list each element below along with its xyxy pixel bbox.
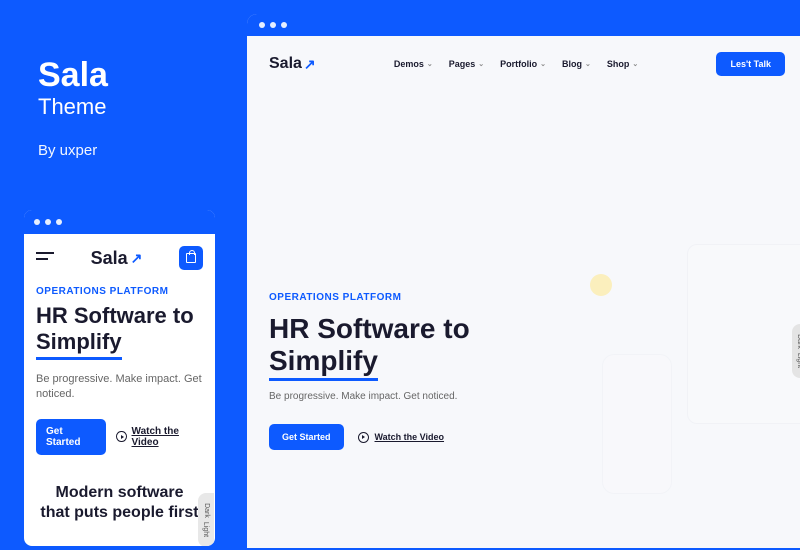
underlined-word: Simplify <box>269 345 378 381</box>
hero-heading: HR Software to Simplify <box>36 303 203 360</box>
arrow-icon: ↗ <box>131 250 143 267</box>
window-dot-icon <box>56 219 62 225</box>
nav-demos[interactable]: Demos⌄ <box>394 59 433 69</box>
chevron-down-icon: ⌄ <box>632 60 638 68</box>
theme-subtitle: Theme <box>38 94 108 120</box>
arrow-icon: ↗ <box>304 56 316 73</box>
mobile-preview: Sala↗ OPERATIONS PLATFORM HR Software to… <box>22 208 217 548</box>
theme-toggle[interactable]: Dark Light <box>198 493 214 547</box>
chevron-down-icon: ⌄ <box>478 60 484 68</box>
nav-pages[interactable]: Pages⌄ <box>449 59 484 69</box>
menu-icon[interactable] <box>36 252 54 264</box>
watch-video-link[interactable]: Watch the Video <box>358 432 445 443</box>
play-icon <box>116 431 126 442</box>
hero-tagline: Be progressive. Make impact. Get noticed… <box>36 372 203 403</box>
nav-blog[interactable]: Blog⌄ <box>562 59 591 69</box>
eyebrow: OPERATIONS PLATFORM <box>269 292 785 303</box>
logo[interactable]: Sala↗ <box>91 248 143 269</box>
play-icon <box>358 432 369 443</box>
eyebrow: OPERATIONS PLATFORM <box>36 286 203 297</box>
theme-info: Sala Theme By uxper <box>38 58 108 159</box>
nav-menu: Demos⌄ Pages⌄ Portfolio⌄ Blog⌄ Shop⌄ <box>394 59 638 69</box>
underlined-word: Simplify <box>36 329 122 359</box>
mobile-header: Sala↗ <box>24 234 215 280</box>
get-started-button[interactable]: Get Started <box>269 424 344 450</box>
window-dot-icon <box>34 219 40 225</box>
nav-portfolio[interactable]: Portfolio⌄ <box>500 59 546 69</box>
desktop-preview: Sala↗ Demos⌄ Pages⌄ Portfolio⌄ Blog⌄ Sho… <box>247 14 800 548</box>
window-dot-icon <box>281 22 287 28</box>
dark-option[interactable]: Dark <box>197 503 216 518</box>
window-dot-icon <box>45 219 51 225</box>
shopping-bag-button[interactable] <box>179 246 203 270</box>
dark-option[interactable]: Dark <box>790 334 800 349</box>
window-dot-icon <box>270 22 276 28</box>
window-dot-icon <box>259 22 265 28</box>
hero-heading: HR Software to Simplify <box>269 313 785 381</box>
light-option[interactable]: Light <box>790 353 800 368</box>
hero-tagline: Be progressive. Make impact. Get noticed… <box>269 391 785 402</box>
theme-toggle[interactable]: Dark Light <box>792 324 800 378</box>
get-started-button[interactable]: Get Started <box>36 419 106 455</box>
theme-author: By uxper <box>38 142 108 159</box>
lets-talk-button[interactable]: Les't Talk <box>716 52 785 76</box>
hero-section: OPERATIONS PLATFORM HR Software to Simpl… <box>247 92 800 450</box>
section-heading: Modern software that puts people first <box>36 483 203 523</box>
navbar: Sala↗ Demos⌄ Pages⌄ Portfolio⌄ Blog⌄ Sho… <box>247 36 800 92</box>
chevron-down-icon: ⌄ <box>585 60 591 68</box>
theme-title: Sala <box>38 58 108 92</box>
nav-shop[interactable]: Shop⌄ <box>607 59 638 69</box>
chevron-down-icon: ⌄ <box>427 60 433 68</box>
window-controls <box>247 14 800 36</box>
watch-video-link[interactable]: Watch the Video <box>116 426 203 448</box>
window-controls <box>24 210 215 234</box>
light-option[interactable]: Light <box>197 522 216 537</box>
bag-icon <box>186 253 196 263</box>
logo[interactable]: Sala↗ <box>269 55 316 73</box>
chevron-down-icon: ⌄ <box>540 60 546 68</box>
